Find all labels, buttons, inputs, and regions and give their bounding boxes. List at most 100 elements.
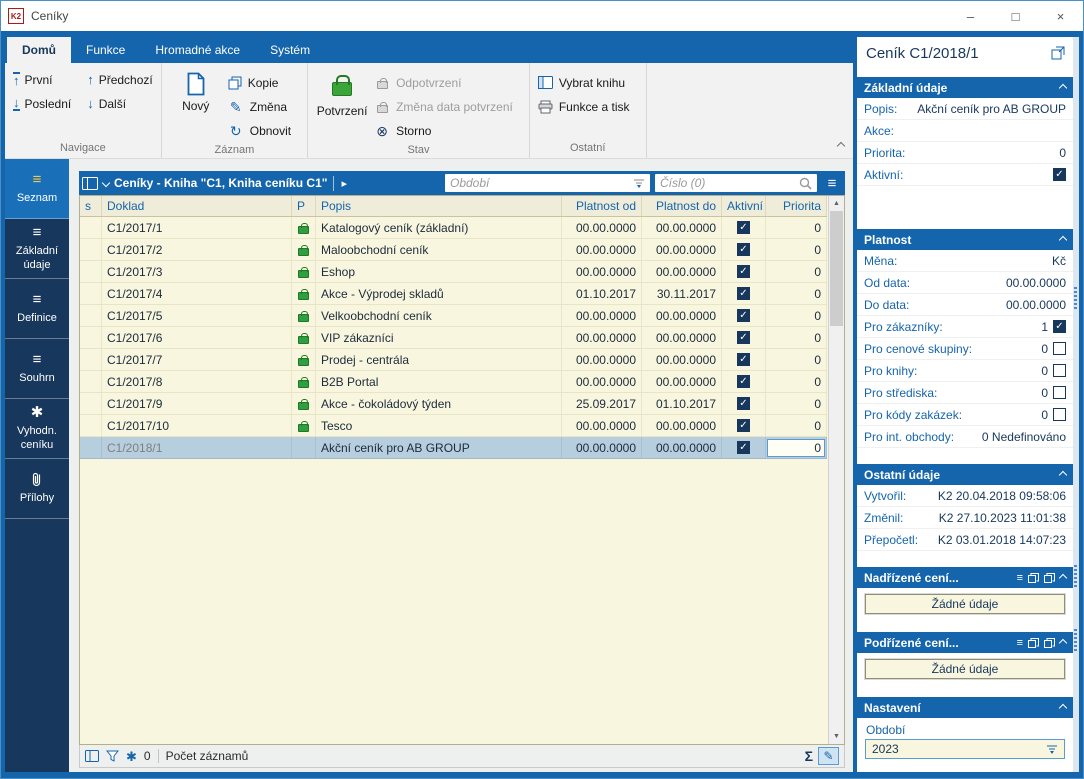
section-header-podrizene[interactable]: Podřízené cení... ≡ xyxy=(857,632,1073,653)
refresh-button[interactable]: ↻ Obnovit xyxy=(228,120,299,141)
section-header-nastaveni[interactable]: Nastavení xyxy=(857,697,1073,718)
tab-funkce[interactable]: Funkce xyxy=(71,37,140,63)
table-row[interactable]: C1/2017/10 Tesco 00.00.000000.00.0000 0 xyxy=(80,415,827,437)
scroll-down-button[interactable]: ▼ xyxy=(829,729,844,744)
table-row[interactable]: C1/2017/4 Akce - Výprodej skladů 01.10.2… xyxy=(80,283,827,305)
collapse-icon[interactable] xyxy=(1058,573,1068,582)
table-row-selected[interactable]: C1/2018/1 Akční ceník pro AB GROUP 00.00… xyxy=(80,437,827,459)
checkbox[interactable] xyxy=(1053,408,1066,421)
tab-system[interactable]: Systém xyxy=(255,37,325,63)
sidebar-item-vyhodn-ceniku[interactable]: ✱ Vyhodn. ceníku xyxy=(5,399,69,459)
storno-button[interactable]: ⊗ Storno xyxy=(374,120,521,141)
table-row[interactable]: C1/2017/2 Maloobchodní ceník 00.00.0000 0… xyxy=(80,239,827,261)
col-header-platnost-od[interactable]: Platnost od xyxy=(562,196,642,216)
pin-window-icon[interactable] xyxy=(1044,572,1055,583)
nadrizene-empty-button[interactable]: Žádné údaje xyxy=(864,593,1066,615)
aktivni-checkbox[interactable] xyxy=(1053,168,1066,181)
ribbon-collapse-button[interactable] xyxy=(836,138,846,152)
play-button[interactable]: ▸ xyxy=(333,175,351,191)
change-confirm-date-button[interactable]: Změna data potvrzení xyxy=(374,96,521,117)
col-header-doklad[interactable]: Doklad xyxy=(102,196,292,216)
col-header-platnost-do[interactable]: Platnost do xyxy=(642,196,722,216)
previous-button[interactable]: ↑ Předchozí xyxy=(87,72,153,87)
change-button[interactable]: ✎ Změna xyxy=(228,96,299,117)
splitter-grip[interactable] xyxy=(1074,287,1077,311)
section-header-nadrizene[interactable]: Nadřízené cení... ≡ xyxy=(857,567,1073,588)
checkbox[interactable] xyxy=(1053,364,1066,377)
chevron-down-icon[interactable] xyxy=(101,178,111,188)
checkbox[interactable] xyxy=(1053,342,1066,355)
section-header-platnost[interactable]: Platnost xyxy=(857,229,1073,250)
edit-mode-button[interactable]: ✎ xyxy=(818,747,839,765)
book-columns-icon[interactable] xyxy=(82,176,98,190)
active-checkbox[interactable] xyxy=(737,221,750,234)
pin-window-icon[interactable] xyxy=(1044,637,1055,648)
scrollbar-thumb[interactable] xyxy=(830,211,843,326)
table-row[interactable]: C1/2017/9 Akce - čokoládový týden 25.09.… xyxy=(80,393,827,415)
active-checkbox[interactable] xyxy=(737,375,750,388)
col-header-aktivni[interactable]: Aktivní xyxy=(722,196,766,216)
active-checkbox[interactable] xyxy=(737,243,750,256)
functions-print-button[interactable]: Funkce a tisk xyxy=(538,96,638,117)
list-icon[interactable]: ≡ xyxy=(1017,572,1023,584)
list-icon[interactable]: ≡ xyxy=(1017,637,1023,649)
close-button[interactable]: × xyxy=(1038,1,1083,31)
col-header-s[interactable]: s xyxy=(80,196,102,216)
active-checkbox[interactable] xyxy=(737,441,750,454)
next-button[interactable]: ↓ Další xyxy=(87,96,153,111)
table-row[interactable]: C1/2017/8 B2B Portal 00.00.0000 00.00.000… xyxy=(80,371,827,393)
podrizene-empty-button[interactable]: Žádné údaje xyxy=(864,658,1066,680)
last-button[interactable]: ↓ Poslední xyxy=(13,96,71,111)
active-checkbox[interactable] xyxy=(737,331,750,344)
active-checkbox[interactable] xyxy=(737,397,750,410)
open-in-window-icon[interactable] xyxy=(1051,46,1065,60)
open-window-icon[interactable] xyxy=(1028,637,1039,648)
active-checkbox[interactable] xyxy=(737,287,750,300)
table-row[interactable]: C1/2017/7 Prodej - centrála 00.00.0000 00… xyxy=(80,349,827,371)
collapse-icon[interactable] xyxy=(1058,470,1068,479)
minimize-button[interactable]: – xyxy=(948,1,993,31)
active-checkbox[interactable] xyxy=(737,419,750,432)
section-header-ostatni-udaje[interactable]: Ostatní údaje xyxy=(857,464,1073,485)
scroll-up-button[interactable]: ▲ xyxy=(829,196,844,211)
open-window-icon[interactable] xyxy=(1028,572,1039,583)
select-book-button[interactable]: Vybrat knihu xyxy=(537,72,638,93)
maximize-button[interactable]: □ xyxy=(993,1,1038,31)
col-header-p[interactable]: P xyxy=(292,196,316,216)
filter-icon[interactable] xyxy=(106,750,119,762)
columns-icon[interactable] xyxy=(85,750,99,762)
period-combobox[interactable]: 2023 xyxy=(865,739,1065,759)
table-row[interactable]: C1/2017/6 VIP zákazníci 00.00.0000 00.00.… xyxy=(80,327,827,349)
collapse-icon[interactable] xyxy=(1058,83,1068,92)
checkbox[interactable] xyxy=(1053,386,1066,399)
sidebar-item-definice[interactable]: ≡ Definice xyxy=(5,279,69,339)
copy-button[interactable]: Kopie xyxy=(228,72,299,93)
section-header-zakladni[interactable]: Základní údaje xyxy=(857,77,1073,98)
collapse-icon[interactable] xyxy=(1058,703,1068,712)
browse-menu-icon[interactable]: ≡ xyxy=(822,175,842,192)
col-header-priorita[interactable]: Priorita xyxy=(766,196,827,216)
active-checkbox[interactable] xyxy=(737,309,750,322)
period-filter-input[interactable]: Období xyxy=(445,174,650,192)
checkbox[interactable] xyxy=(1053,320,1066,333)
table-row[interactable]: C1/2017/3 Eshop 00.00.000000.00.0000 0 xyxy=(80,261,827,283)
sidebar-item-souhrn[interactable]: ≡ Souhrn xyxy=(5,339,69,399)
sum-icon[interactable]: Σ xyxy=(805,748,813,764)
table-row[interactable]: C1/2017/1 Katalogový ceník (základní) 00… xyxy=(80,217,827,239)
condition-icon[interactable]: ✱ xyxy=(126,750,137,763)
tab-domu[interactable]: Domů xyxy=(7,37,71,63)
unconfirm-button[interactable]: Odpotvrzení xyxy=(374,72,521,93)
sidebar-item-zakladni-udaje[interactable]: ≡ Základní údaje xyxy=(5,219,69,279)
confirm-button[interactable]: Potvrzení xyxy=(316,68,368,141)
active-checkbox[interactable] xyxy=(737,265,750,278)
new-button[interactable]: Nový xyxy=(170,68,222,141)
collapse-icon[interactable] xyxy=(1058,235,1068,244)
collapse-icon[interactable] xyxy=(1058,638,1068,647)
sidebar-item-prilohy[interactable]: Přílohy xyxy=(5,459,69,519)
col-header-popis[interactable]: Popis xyxy=(316,196,562,216)
filter-dropdown-icon[interactable] xyxy=(633,178,645,188)
splitter-grip[interactable] xyxy=(1074,565,1077,589)
table-scrollbar[interactable]: ▲ ▼ xyxy=(828,196,844,744)
table-row[interactable]: C1/2017/5 Velkoobchodní ceník 00.00.0000… xyxy=(80,305,827,327)
priorita-edit-input[interactable]: 0 xyxy=(767,438,825,457)
